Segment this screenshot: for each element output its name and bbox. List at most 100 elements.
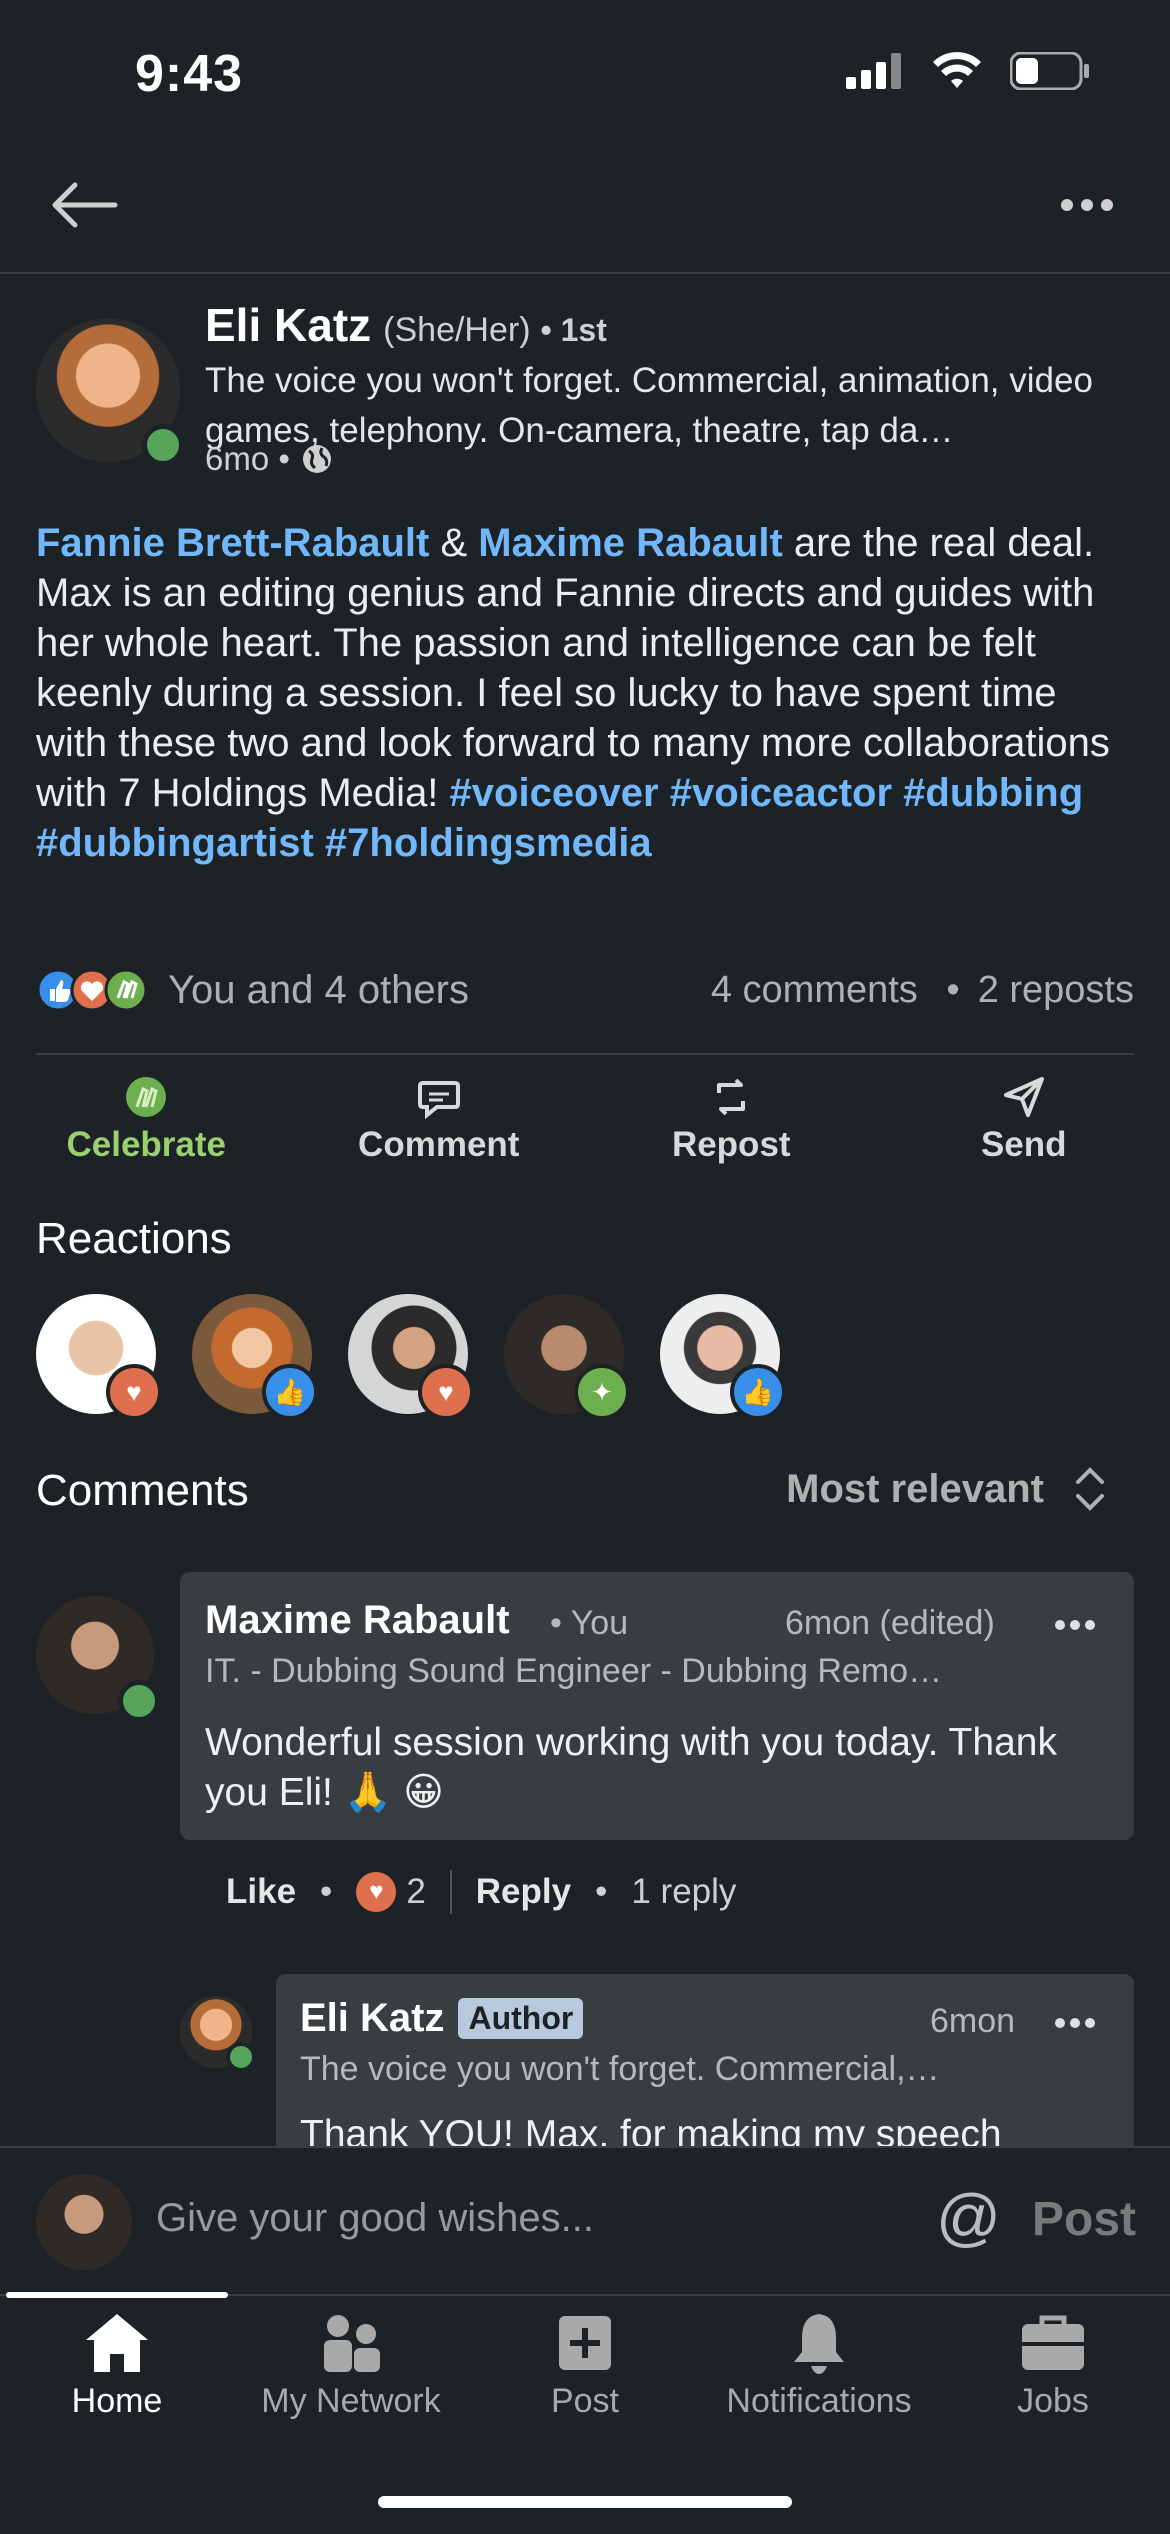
reply-button[interactable]: Reply xyxy=(476,1872,571,1912)
author-name[interactable]: Eli Katz (She/Her) • 1st xyxy=(205,298,607,352)
tab-notifications[interactable]: Notifications xyxy=(702,2310,936,2421)
tab-my-network[interactable]: My Network xyxy=(234,2310,468,2421)
like-comment-button[interactable]: Like xyxy=(226,1872,296,1912)
author-pronouns: (She/Her) xyxy=(383,311,530,349)
reactor-list: ♥ 👍 ♥ ✦ 👍 xyxy=(36,1294,780,1414)
globe-icon xyxy=(300,442,334,476)
status-icons xyxy=(846,52,1090,90)
status-time: 9:43 xyxy=(135,44,243,104)
post-age-text: 6mo • xyxy=(205,440,290,478)
sort-chevrons-icon xyxy=(1072,1466,1108,1512)
celebrate-label: Celebrate xyxy=(66,1125,226,1165)
mention-at-button[interactable]: @ xyxy=(936,2180,1001,2254)
hashtag[interactable]: #7holdingsmedia xyxy=(325,821,652,865)
comments-title: Comments xyxy=(36,1466,249,1516)
post-icon xyxy=(550,2310,620,2376)
online-status-dot xyxy=(118,1680,160,1722)
comment-count[interactable]: 4 comments xyxy=(711,969,918,1011)
reply-count[interactable]: 1 reply xyxy=(631,1872,736,1912)
hashtag[interactable]: #dubbingartist xyxy=(36,821,314,865)
home-icon xyxy=(82,2310,152,2376)
stats-separator: • xyxy=(946,969,959,1011)
love-icon: ♥ xyxy=(418,1364,474,1420)
comment-actions: Like • ♥ 2 Reply • 1 reply xyxy=(226,1870,736,1914)
more-options-icon[interactable] xyxy=(1045,180,1125,230)
comment-composer: Give your good wishes... @ Post xyxy=(0,2146,1170,2296)
signal-icon xyxy=(846,53,904,89)
reply-more-icon[interactable] xyxy=(1050,2010,1100,2036)
tab-home[interactable]: Home xyxy=(0,2310,234,2421)
tab-post[interactable]: Post xyxy=(468,2310,702,2421)
reply-header: Eli Katz Author xyxy=(300,1996,583,2041)
you-label: • You xyxy=(550,1604,628,1643)
online-status-dot xyxy=(226,2042,256,2072)
send-label: Send xyxy=(981,1125,1067,1165)
repost-count[interactable]: 2 reposts xyxy=(978,969,1134,1011)
sort-dropdown[interactable]: Most relevant xyxy=(786,1466,1108,1512)
bell-icon xyxy=(784,2310,854,2376)
back-arrow-icon[interactable] xyxy=(45,175,125,235)
vertical-divider xyxy=(450,1870,452,1914)
reply-time: 6mon xyxy=(930,2002,1015,2041)
love-icon: ♥ xyxy=(106,1364,162,1420)
post-action-bar: Celebrate Comment Repost Send xyxy=(0,1075,1170,1175)
repost-button[interactable]: Repost xyxy=(585,1075,878,1175)
post-age: 6mo • xyxy=(205,440,334,478)
social-counts: You and 4 others 4 comments • 2 reposts xyxy=(36,960,1134,1020)
reactor-avatar[interactable]: 👍 xyxy=(660,1294,780,1414)
current-user-avatar xyxy=(36,2174,132,2270)
commenter-name[interactable]: Maxime Rabault xyxy=(205,1598,510,1643)
celebrate-icon: ✦ xyxy=(574,1364,630,1420)
tab-jobs-label: Jobs xyxy=(1017,2382,1089,2421)
divider xyxy=(36,1053,1134,1055)
comment-input[interactable]: Give your good wishes... xyxy=(156,2196,594,2241)
comment-more-icon[interactable] xyxy=(1050,1612,1100,1638)
tab-jobs[interactable]: Jobs xyxy=(936,2310,1170,2421)
mention-maxime[interactable]: Maxime Rabault xyxy=(478,521,783,565)
briefcase-icon xyxy=(1018,2310,1088,2376)
dot-separator: • xyxy=(320,1872,332,1912)
post-comment-button[interactable]: Post xyxy=(1032,2192,1136,2247)
active-tab-indicator xyxy=(6,2292,228,2298)
commenter-headline: IT. - Dubbing Sound Engineer - Dubbing R… xyxy=(205,1652,1105,1691)
send-button[interactable]: Send xyxy=(878,1075,1170,1175)
reply-card: Eli Katz Author 6mon The voice you won't… xyxy=(276,1974,1134,2154)
love-icon: ♥ xyxy=(356,1872,396,1912)
tab-notifications-label: Notifications xyxy=(726,2382,911,2421)
celebrate-button[interactable]: Celebrate xyxy=(0,1075,293,1175)
like-icon: 👍 xyxy=(262,1364,318,1420)
dot-separator: • xyxy=(595,1872,607,1912)
hashtag[interactable]: #voiceover xyxy=(450,771,659,815)
home-indicator xyxy=(378,2496,792,2508)
reactions-title: Reactions xyxy=(36,1214,232,1264)
network-icon xyxy=(316,2310,386,2376)
reply-headline: The voice you won't forget. Commercial,… xyxy=(300,2050,940,2089)
comment-icon xyxy=(417,1075,461,1119)
hashtag[interactable]: #voiceactor xyxy=(670,771,892,815)
reactions-summary[interactable]: You and 4 others xyxy=(168,968,469,1013)
comment-button[interactable]: Comment xyxy=(293,1075,586,1175)
hashtag[interactable]: #dubbing xyxy=(903,771,1083,815)
connection-degree: • 1st xyxy=(541,312,607,348)
tab-network-label: My Network xyxy=(261,2382,440,2421)
comment-label: Comment xyxy=(358,1125,519,1165)
celebrate-icon xyxy=(124,1075,168,1119)
sort-label: Most relevant xyxy=(786,1467,1044,1512)
comment-text: Wonderful session working with you today… xyxy=(205,1718,1105,1818)
post-body: Fannie Brett-Rabault & Maxime Rabault ar… xyxy=(36,518,1136,868)
author-badge: Author xyxy=(458,1998,583,2039)
reaction-icons-stack[interactable] xyxy=(36,965,156,1015)
mention-fannie[interactable]: Fannie Brett-Rabault xyxy=(36,521,429,565)
tab-home-label: Home xyxy=(72,2382,163,2421)
comment-reactions[interactable]: ♥ 2 xyxy=(356,1872,425,1912)
reactor-avatar[interactable]: ♥ xyxy=(36,1294,156,1414)
author-name-text[interactable]: Eli Katz xyxy=(205,299,371,351)
like-icon: 👍 xyxy=(730,1364,786,1420)
reply-author-name[interactable]: Eli Katz xyxy=(300,1996,444,2041)
reactor-avatar[interactable]: ♥ xyxy=(348,1294,468,1414)
reactor-avatar[interactable]: ✦ xyxy=(504,1294,624,1414)
tab-post-label: Post xyxy=(551,2382,619,2421)
comment-repost-counts[interactable]: 4 comments • 2 reposts xyxy=(711,969,1134,1012)
reactor-avatar[interactable]: 👍 xyxy=(192,1294,312,1414)
reaction-count: 2 xyxy=(406,1872,425,1912)
